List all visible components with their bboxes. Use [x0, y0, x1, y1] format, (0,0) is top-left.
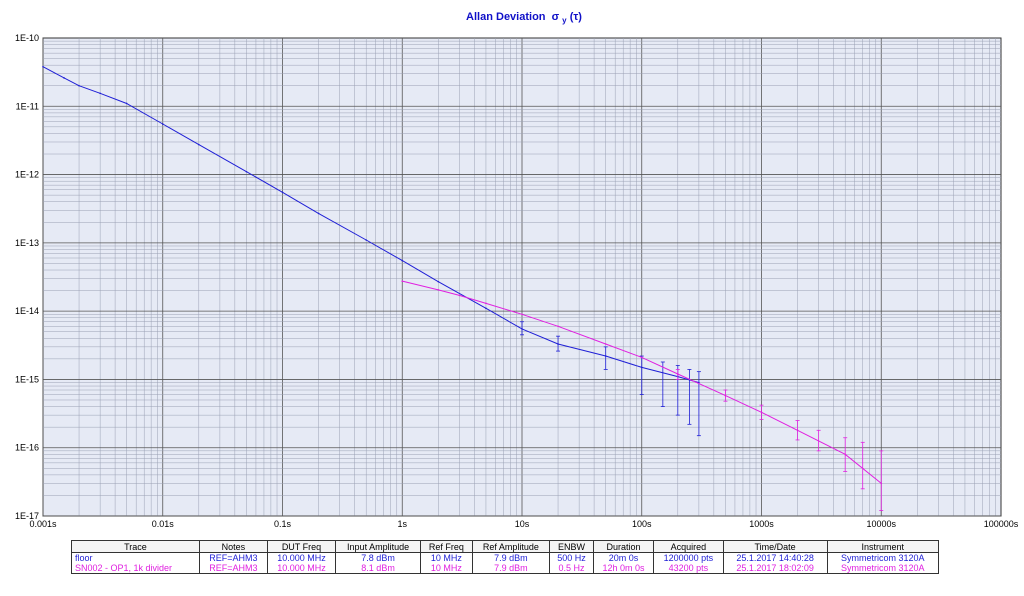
data-point — [317, 212, 320, 215]
chart-title: Allan Deviation σ y (τ) — [466, 11, 582, 26]
chart-title-subscript: y — [562, 16, 567, 25]
cell-acquired: 1200000 pts — [653, 552, 724, 563]
data-point — [125, 102, 128, 105]
cell-instrument: Symmetricom 3120A — [826, 563, 940, 574]
data-point — [401, 280, 404, 282]
data-point — [161, 123, 164, 125]
data-point — [437, 289, 440, 291]
header-instrument: Instrument — [826, 540, 940, 553]
x-tick-label: 1000s — [749, 519, 774, 529]
cell-instrument: Symmetricom 3120A — [826, 552, 940, 563]
data-point — [63, 77, 65, 79]
header-duration: Duration — [592, 540, 655, 553]
data-point — [604, 343, 607, 345]
cell-notes: REF=AHM3 — [198, 552, 268, 563]
cell-ref-amplitude: 7.9 dBm — [471, 563, 551, 574]
data-point — [197, 143, 200, 146]
header-time-date: Time/Date — [722, 540, 828, 553]
allan-deviation-chart: Allan Deviation σ y (τ) 0.001s 0.01s 0.1s 1… — [15, 11, 1019, 529]
chart-title-text: Allan Deviation — [466, 11, 546, 23]
data-point — [78, 84, 80, 87]
data-point — [640, 356, 643, 359]
cell-time-date: 25.1.2017 14:40:28 — [722, 552, 828, 563]
data-point — [485, 307, 487, 310]
cell-acquired: 43200 pts — [653, 563, 724, 574]
cell-duration: 12h 0m 0s — [592, 563, 655, 574]
data-point — [521, 313, 523, 316]
data-point — [365, 239, 368, 241]
data-point — [437, 280, 440, 283]
x-tick-label: 0.1s — [274, 519, 292, 529]
cell-trace: SN002 - OP1, 1k divider — [71, 563, 200, 574]
header-ref-freq: Ref Freq — [420, 540, 473, 553]
cell-ref-freq: 10 MHz — [420, 563, 473, 574]
x-tick-label: 100000s — [984, 519, 1019, 529]
cell-duration: 20m 0s — [592, 552, 655, 563]
header-input-amplitude: Input Amplitude — [335, 540, 422, 553]
x-tick-label: 10000s — [866, 519, 896, 529]
cell-input-amplitude: 7.8 dBm — [335, 552, 422, 563]
cell-dut-freq: 10.000 MHz — [266, 563, 337, 574]
chart-title-argument: (τ) — [570, 11, 583, 23]
header-notes: Notes — [198, 540, 268, 553]
y-tick-label: 1E-16 — [15, 443, 39, 453]
legend-row-floor[interactable]: floor REF=AHM3 10.000 MHz 7.8 dBm 10 MHz… — [71, 552, 940, 563]
data-point — [281, 191, 284, 194]
cell-trace: floor — [71, 552, 200, 563]
header-dut-freq: DUT Freq — [266, 540, 337, 553]
data-point — [557, 325, 559, 328]
cell-notes: REF=AHM3 — [198, 563, 268, 574]
header-ref-amplitude: Ref Amplitude — [471, 540, 551, 553]
y-tick-label: 1E-14 — [15, 306, 39, 316]
cell-ref-amplitude: 7.9 dBm — [471, 552, 551, 563]
y-tick-label: 1E-13 — [15, 238, 39, 248]
data-point — [485, 302, 487, 305]
cell-ref-freq: 10 MHz — [420, 552, 473, 563]
cell-input-amplitude: 8.1 dBm — [335, 563, 422, 574]
data-point — [42, 65, 44, 68]
x-tick-label: 10s — [515, 519, 530, 529]
y-tick-label: 1E-11 — [16, 101, 39, 111]
header-acquired: Acquired — [653, 540, 724, 553]
cell-time-date: 25.1.2017 18:02:09 — [722, 563, 828, 574]
legend-header-row: Trace Notes DUT Freq Input Amplitude Ref… — [71, 540, 940, 553]
x-tick-label: 100s — [632, 519, 652, 529]
legend-row-sn002[interactable]: SN002 - OP1, 1k divider REF=AHM3 10.000 … — [71, 563, 940, 574]
cell-dut-freq: 10.000 MHz — [266, 552, 337, 563]
header-trace: Trace — [71, 540, 200, 553]
cell-enbw: 500 Hz — [549, 552, 594, 563]
x-tick-label: 0.01s — [152, 519, 175, 529]
chart-title-symbol: σ — [552, 11, 560, 23]
y-tick-label: 1E-17 — [15, 511, 39, 521]
y-tick-label: 1E-10 — [15, 33, 39, 43]
cell-enbw: 0.5 Hz — [549, 563, 594, 574]
data-point — [245, 170, 248, 173]
header-enbw: ENBW — [549, 540, 594, 553]
data-point — [401, 259, 404, 262]
data-point — [458, 294, 461, 297]
x-tick-label: 1s — [397, 519, 407, 529]
data-point — [99, 92, 101, 95]
y-tick-label: 1E-15 — [15, 374, 39, 384]
y-tick-label: 1E-12 — [15, 170, 39, 180]
trace-legend-table: Trace Notes DUT Freq Input Amplitude Ref… — [71, 540, 940, 574]
